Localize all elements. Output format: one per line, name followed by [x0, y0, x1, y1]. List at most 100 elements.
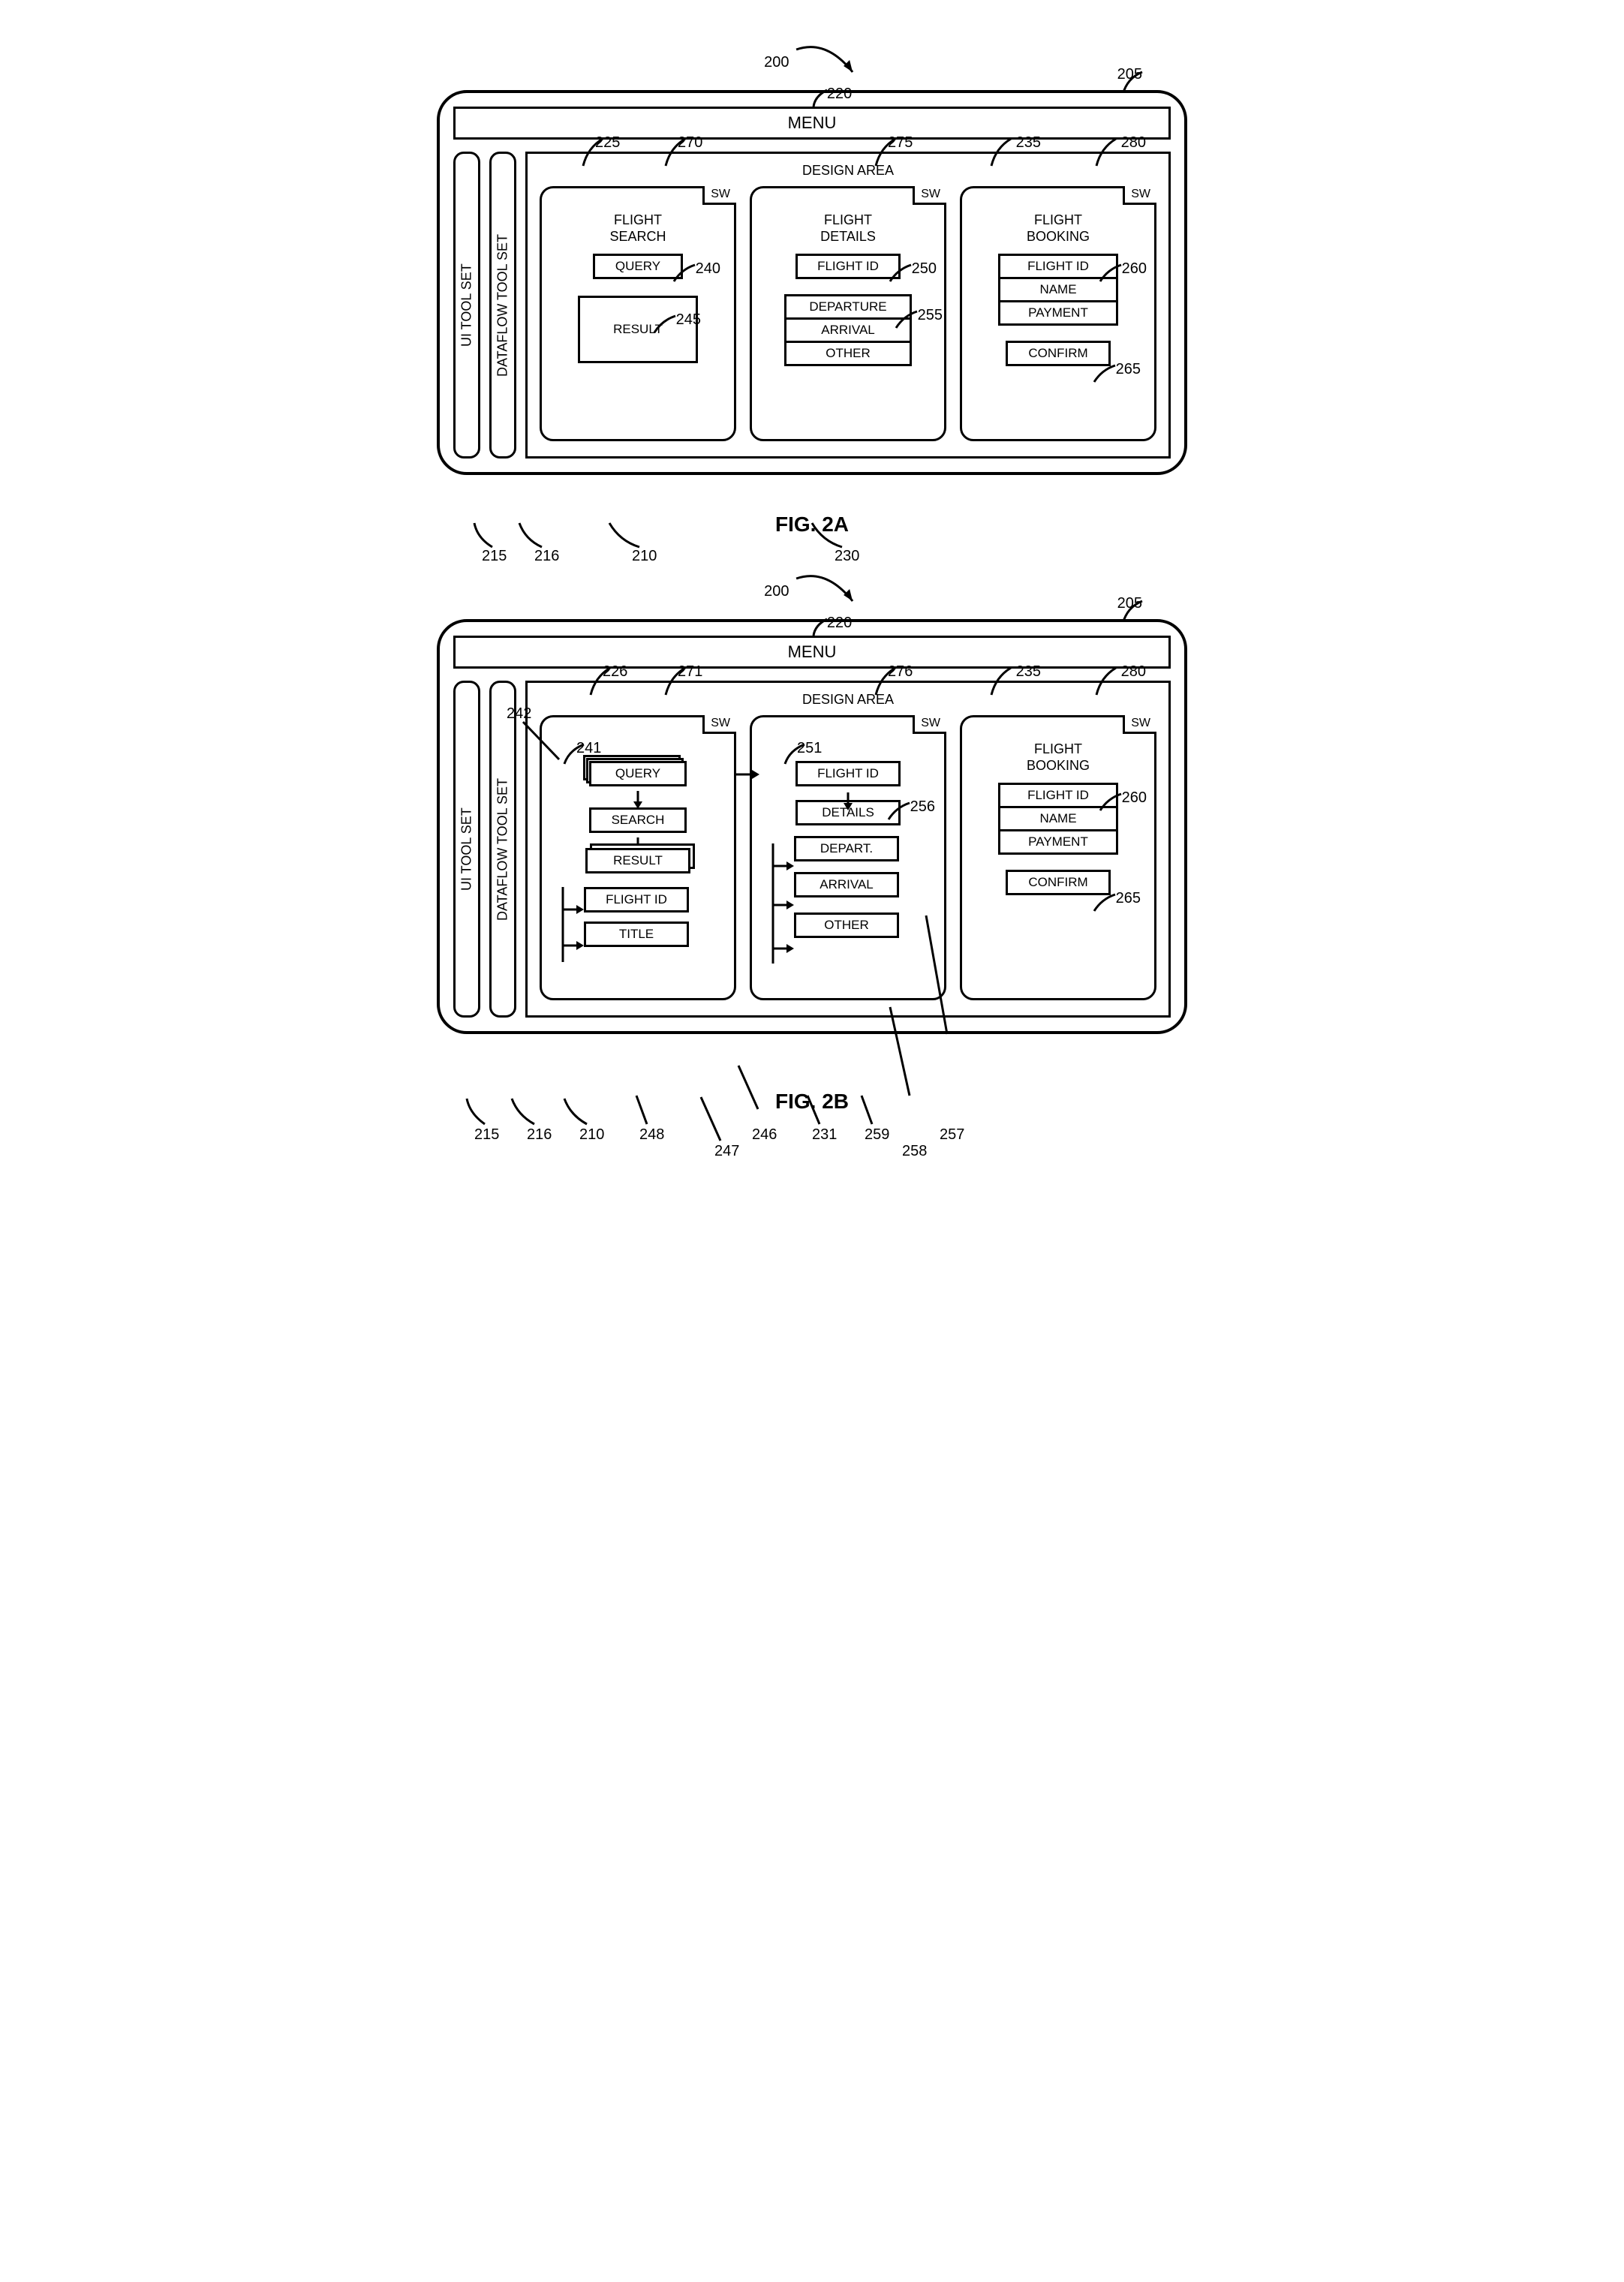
sw-label: SW: [921, 717, 940, 729]
ref-256: 256: [910, 798, 935, 816]
depart-box[interactable]: DEPART.: [794, 836, 899, 861]
dataflow-toolset-tab[interactable]: DATAFLOW TOOL SET: [489, 681, 516, 1018]
depart-label: DEPART.: [820, 841, 873, 855]
name-row[interactable]: NAME: [1000, 279, 1116, 302]
flight-id-row[interactable]: FLIGHT ID: [1000, 785, 1116, 808]
arrival-label: ARRIVAL: [821, 323, 875, 337]
departure-label: DEPARTURE: [809, 299, 886, 314]
sw-button[interactable]: SW: [702, 715, 736, 734]
flight-id-label: FLIGHT ID: [1027, 788, 1089, 802]
menu-label: MENU: [788, 642, 837, 661]
query-label: QUERY: [615, 766, 660, 780]
sw-button[interactable]: SW: [913, 186, 946, 205]
ref-205: 205: [1117, 595, 1142, 612]
ref-220: 220: [827, 615, 852, 632]
panel-flight-booking[interactable]: SW FLIGHT BOOKING 260 FLIGHT ID NAME PAY…: [960, 186, 1156, 441]
panel-flight-details[interactable]: SW FLIGHT DETAILS 250 FLIGHT ID 255 DEPA…: [750, 186, 946, 441]
ref-226: 226: [603, 663, 627, 681]
design-area-label: DESIGN AREA: [540, 163, 1156, 179]
ui-toolset-tab[interactable]: UI TOOL SET: [453, 152, 480, 459]
menu-bar[interactable]: MENU: [453, 636, 1171, 669]
title-box[interactable]: TITLE: [584, 922, 689, 947]
ref-215: 215: [482, 548, 507, 565]
sw-button[interactable]: SW: [702, 186, 736, 205]
ref-231: 231: [812, 1126, 837, 1144]
flight-id-box[interactable]: FLIGHT ID: [795, 254, 901, 279]
ref-270: 270: [678, 134, 702, 152]
flight-id-box[interactable]: FLIGHT ID: [795, 761, 901, 786]
departure-row[interactable]: DEPARTURE: [786, 296, 910, 320]
result-label: RESULT: [613, 853, 663, 867]
arrow-right-icon: [735, 767, 761, 782]
ui-toolset-label: UI TOOL SET: [459, 807, 475, 891]
dataflow-toolset-label: DATAFLOW TOOL SET: [495, 777, 511, 920]
ref-265: 265: [1116, 361, 1141, 378]
panel-flight-search[interactable]: SW FLIGHT SEARCH 240 QUERY 245 RESULT: [540, 186, 736, 441]
panel-search-flow[interactable]: SW 241 QUERY SEARCH: [540, 715, 736, 1000]
arrival-box[interactable]: ARRIVAL: [794, 872, 899, 897]
panel-title: FLIGHT DETAILS: [761, 212, 935, 245]
name-row[interactable]: NAME: [1000, 808, 1116, 831]
payment-row[interactable]: PAYMENT: [1000, 302, 1116, 323]
sw-label: SW: [711, 717, 730, 729]
ui-toolset-tab[interactable]: UI TOOL SET: [453, 681, 480, 1018]
confirm-box[interactable]: CONFIRM: [1006, 870, 1111, 895]
ref-250: 250: [912, 260, 937, 278]
confirm-box[interactable]: CONFIRM: [1006, 341, 1111, 366]
workspace: UI TOOL SET DATAFLOW TOOL SET DESIGN ARE…: [453, 152, 1171, 459]
other-row[interactable]: OTHER: [786, 343, 910, 364]
sw-button[interactable]: SW: [1123, 715, 1156, 734]
payment-label: PAYMENT: [1028, 305, 1088, 320]
ref-235: 235: [1016, 134, 1041, 152]
search-box[interactable]: SEARCH: [589, 807, 687, 833]
other-label: OTHER: [826, 346, 871, 360]
ref-246: 246: [752, 1126, 777, 1144]
dataflow-toolset-tab[interactable]: DATAFLOW TOOL SET: [489, 152, 516, 459]
query-box[interactable]: QUERY: [593, 254, 683, 279]
result-box[interactable]: RESULT: [578, 296, 698, 363]
device-frame: 220 MENU UI TOOL SET DATAFLOW TOOL SET D…: [437, 90, 1187, 475]
details-box[interactable]: DETAILS: [795, 800, 901, 825]
arrival-label: ARRIVAL: [820, 877, 874, 891]
panel-details-flow[interactable]: SW 251 FLIGHT ID 256 DETAI: [750, 715, 946, 1000]
ref-247: 247: [714, 1143, 739, 1160]
ref-259: 259: [865, 1126, 889, 1144]
payment-row[interactable]: PAYMENT: [1000, 831, 1116, 852]
payment-label: PAYMENT: [1028, 834, 1088, 849]
confirm-label: CONFIRM: [1028, 875, 1087, 889]
query-stack[interactable]: QUERY: [589, 761, 687, 792]
ref-260: 260: [1122, 260, 1147, 278]
panels-row: SW FLIGHT SEARCH 240 QUERY 245 RESULT: [540, 186, 1156, 441]
ref-271: 271: [678, 663, 702, 681]
panel-title: FLIGHT BOOKING: [971, 741, 1145, 774]
confirm-label: CONFIRM: [1028, 346, 1087, 360]
arrival-row[interactable]: ARRIVAL: [786, 320, 910, 343]
sw-button[interactable]: SW: [913, 715, 946, 734]
ref-205: 205: [1117, 66, 1142, 83]
sw-button[interactable]: SW: [1123, 186, 1156, 205]
figure-caption: FIG. 2B: [437, 1090, 1187, 1114]
ref-260: 260: [1122, 789, 1147, 807]
branch-lines: [557, 887, 587, 970]
flight-id-box[interactable]: FLIGHT ID: [584, 887, 689, 912]
other-box[interactable]: OTHER: [794, 912, 899, 938]
ref-280: 280: [1121, 663, 1146, 681]
ref-258: 258: [902, 1143, 927, 1160]
details-group: DEPARTURE ARRIVAL OTHER: [784, 294, 912, 366]
ref-265: 265: [1116, 890, 1141, 907]
menu-bar[interactable]: MENU: [453, 107, 1171, 140]
flight-id-row[interactable]: FLIGHT ID: [1000, 256, 1116, 279]
ref-248: 248: [639, 1126, 664, 1144]
details-label: DETAILS: [822, 805, 874, 819]
ref-257: 257: [940, 1126, 964, 1144]
sw-label: SW: [711, 188, 730, 200]
flight-id-label: FLIGHT ID: [817, 766, 879, 780]
result-stack[interactable]: RESULT: [585, 848, 690, 879]
design-area-label: DESIGN AREA: [540, 692, 1156, 708]
result-label: RESULT: [613, 322, 663, 337]
ref-276: 276: [888, 663, 913, 681]
ref-230: 230: [835, 548, 859, 565]
panel-title: FLIGHT SEARCH: [551, 212, 725, 245]
panel-flight-booking[interactable]: SW FLIGHT BOOKING 260 FLIGHT ID NAME PAY…: [960, 715, 1156, 1000]
ref-216: 216: [534, 548, 559, 565]
